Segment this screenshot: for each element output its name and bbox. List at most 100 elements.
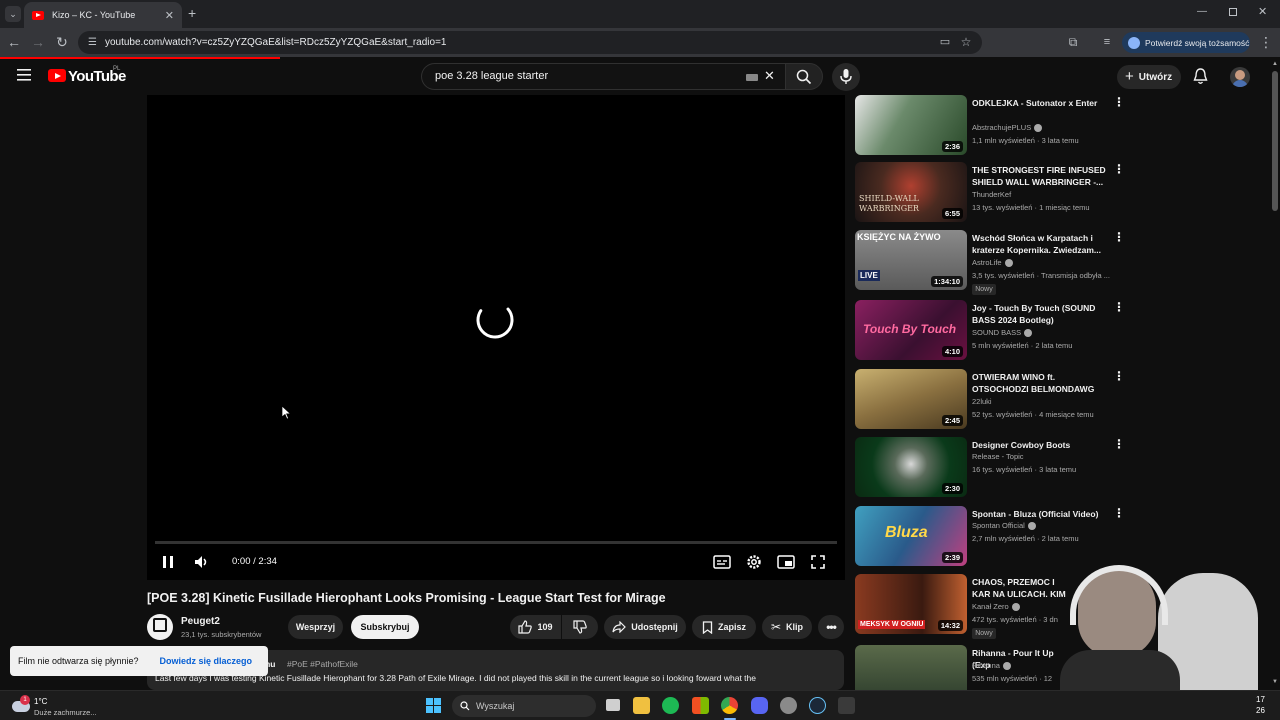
tab-search-dropdown-icon[interactable]: ⌄ — [5, 6, 21, 22]
more-vertical-icon[interactable]: ⋮ — [1113, 95, 1125, 109]
channel-name[interactable]: Peuget2 — [181, 616, 220, 627]
video-title[interactable]: Designer Cowboy Boots — [972, 439, 1112, 451]
channel-name[interactable]: AbstrachujePLUS — [972, 123, 1043, 133]
clip-button[interactable]: ✂ Klip — [762, 615, 812, 639]
video-title[interactable]: Wschód Słońca w Karpatach i kraterze Kop… — [972, 232, 1112, 256]
steam-icon[interactable] — [809, 697, 826, 714]
recommendation-item[interactable]: 2:45 OTWIERAM WINO ft. OTSOCHODZI BELMON… — [855, 369, 1130, 433]
video-title[interactable]: ODKLEJKA - Sutonator x Enter — [972, 97, 1112, 109]
cast-icon[interactable]: ▭ — [936, 33, 954, 51]
video-thumbnail[interactable]: SHIELD-WALL WARBRINGER 6:55 — [855, 162, 967, 222]
video-thumbnail[interactable] — [855, 645, 967, 690]
video-thumbnail[interactable]: 2:36 — [855, 95, 967, 155]
bookmark-star-icon[interactable]: ☆ — [957, 33, 975, 51]
user-avatar[interactable] — [1230, 67, 1250, 87]
video-thumbnail[interactable]: 2:45 — [855, 369, 967, 429]
share-button[interactable]: Udostępnij — [604, 615, 686, 639]
more-vertical-icon[interactable]: ⋮ — [1113, 506, 1125, 520]
taskbar-search[interactable]: Wyszukaj — [452, 695, 596, 717]
channel-avatar[interactable] — [147, 614, 173, 640]
clock[interactable]: 17 26 — [1256, 694, 1265, 716]
pause-button[interactable] — [157, 551, 179, 573]
channel-name[interactable]: ThunderKef — [972, 190, 1011, 199]
window-restore-button[interactable] — [1229, 8, 1237, 16]
channel-name[interactable]: Spontan Official — [972, 521, 1036, 531]
search-button[interactable] — [785, 63, 823, 90]
clear-search-icon[interactable]: ✕ — [764, 68, 775, 84]
recommendation-item[interactable]: 2:30 Designer Cowboy Boots Release - Top… — [855, 437, 1130, 501]
channel-name[interactable]: Release - Topic — [972, 452, 1024, 461]
fullscreen-button[interactable] — [807, 551, 829, 573]
video-player[interactable]: 0:00 / 2:34 — [147, 95, 845, 580]
more-vertical-icon[interactable]: ⋮ — [1113, 300, 1125, 314]
close-tab-icon[interactable]: ✕ — [165, 9, 174, 22]
forward-arrow-icon[interactable]: → — [29, 33, 47, 51]
scroll-up-arrow[interactable]: ▲ — [1272, 61, 1278, 67]
video-title[interactable]: THE STRONGEST FIRE INFUSED SHIELD WALL W… — [972, 164, 1112, 188]
page-scrollbar[interactable]: ▲ ▼ — [1270, 59, 1280, 690]
more-vertical-icon[interactable]: ⋮ — [1113, 369, 1125, 383]
spotify-icon[interactable] — [662, 697, 679, 714]
more-vertical-icon[interactable]: ⋮ — [1113, 230, 1125, 244]
volume-button[interactable] — [190, 551, 212, 573]
video-title[interactable]: Joy - Touch By Touch (SOUND BASS 2024 Bo… — [972, 302, 1112, 326]
chrome-icon[interactable] — [721, 697, 738, 714]
windows-start-icon[interactable] — [426, 698, 441, 713]
channel-name[interactable]: AstroLife — [972, 258, 1013, 268]
video-title[interactable]: OTWIERAM WINO ft. OTSOCHODZI BELMONDAWG — [972, 371, 1112, 395]
game-launcher-icon[interactable] — [838, 697, 855, 714]
recommendation-item[interactable]: Touch By Touch 4:10 Joy - Touch By Touch… — [855, 300, 1130, 364]
hamburger-menu-icon[interactable] — [17, 69, 31, 81]
subscribe-button[interactable]: Subskrybuj — [351, 615, 419, 639]
back-arrow-icon[interactable]: ← — [5, 33, 23, 51]
reload-icon[interactable]: ↻ — [53, 33, 71, 51]
subtitles-button[interactable] — [711, 551, 733, 573]
keyboard-icon[interactable] — [746, 74, 758, 81]
video-title[interactable]: Spontan - Bluza (Official Video) — [972, 508, 1112, 520]
miniplayer-button[interactable] — [775, 551, 797, 573]
create-button[interactable]: + Utwórz — [1117, 65, 1181, 89]
more-actions-button[interactable]: ••• — [818, 615, 844, 639]
channel-name[interactable]: 22luki — [972, 397, 992, 406]
extensions-puzzle-icon[interactable]: ⧉ — [1064, 33, 1082, 51]
video-thumbnail[interactable]: Touch By Touch 4:10 — [855, 300, 967, 360]
discord-icon[interactable] — [751, 697, 768, 714]
recommendation-item[interactable]: Bluza 2:39 Spontan - Bluza (Official Vid… — [855, 506, 1130, 570]
channel-name[interactable]: Kanał Zero — [972, 602, 1020, 612]
weather-widget[interactable]: 1 1°C Duże zachmurze... — [10, 693, 120, 719]
window-close-button[interactable]: ✕ — [1258, 5, 1267, 18]
verify-identity-button[interactable]: Potwierdź swoją tożsamość — [1122, 32, 1250, 53]
settings-app-icon[interactable] — [780, 697, 797, 714]
window-minimize-button[interactable]: — — [1197, 6, 1207, 17]
scrollbar-thumb[interactable] — [1272, 71, 1278, 211]
reading-list-icon[interactable]: ≡ — [1098, 33, 1116, 51]
channel-name[interactable]: Rihanna — [972, 661, 1011, 671]
learn-why-link[interactable]: Dowiedz się dlaczego — [159, 656, 252, 666]
voice-search-button[interactable] — [832, 63, 860, 91]
search-input[interactable]: poe 3.28 league starter — [421, 63, 785, 90]
site-info-icon[interactable]: ☰ — [88, 37, 97, 48]
video-thumbnail[interactable]: Bluza 2:39 — [855, 506, 967, 566]
description-hashtags[interactable]: #PoE #PathofExile — [287, 659, 358, 669]
channel-name[interactable]: SOUND BASS — [972, 328, 1033, 338]
notifications-bell-icon[interactable] — [1193, 68, 1208, 85]
address-bar[interactable]: ☰ youtube.com/watch?v=cz5ZyYZQGaE&list=R… — [78, 31, 982, 54]
task-view-icon[interactable] — [606, 699, 620, 711]
dislike-button[interactable] — [562, 615, 598, 639]
support-button[interactable]: Wesprzyj — [288, 615, 343, 639]
recommendation-item[interactable]: KSIĘŻYC NA ŻYWO LIVE 1:34:10 Wschód Słoń… — [855, 230, 1130, 296]
more-vertical-icon[interactable]: ⋮ — [1113, 437, 1125, 451]
video-thumbnail[interactable]: 2:30 — [855, 437, 967, 497]
youtube-logo-icon[interactable] — [48, 69, 66, 82]
recommendation-item[interactable]: SHIELD-WALL WARBRINGER 6:55 THE STRONGES… — [855, 162, 1130, 226]
scroll-down-arrow[interactable]: ▼ — [1272, 679, 1278, 685]
video-title[interactable]: CHAOS, PRZEMOC I KAR NA ULICACH. KIM BYŁ — [972, 576, 1072, 601]
settings-button[interactable] — [743, 551, 765, 573]
video-progress-bar[interactable] — [155, 541, 837, 544]
like-button[interactable]: 109 — [510, 615, 561, 639]
recommendation-item[interactable]: 2:36 ODKLEJKA - Sutonator x Enter Abstra… — [855, 95, 1130, 159]
new-tab-button[interactable]: + — [188, 5, 202, 21]
file-explorer-icon[interactable] — [633, 697, 650, 714]
more-vertical-icon[interactable]: ⋮ — [1113, 162, 1125, 176]
browser-tab-active[interactable]: Kizo – KC - YouTube ✕ — [24, 2, 182, 28]
